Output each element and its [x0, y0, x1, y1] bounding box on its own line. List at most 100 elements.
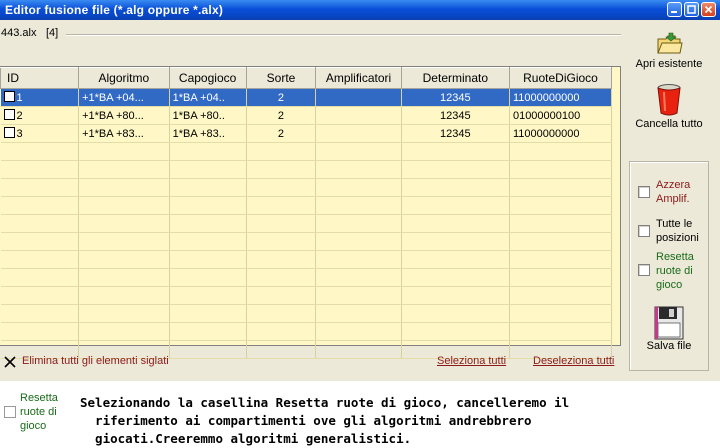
reset-wheels-checkbox[interactable] [638, 264, 650, 276]
maximize-button[interactable] [684, 2, 699, 17]
bottom-reset-wheels-checkbox[interactable] [4, 406, 16, 418]
cell-sorte[interactable]: 2 [246, 88, 317, 107]
cell-determinato[interactable]: 12345 [401, 124, 510, 143]
cell-amplificatori[interactable] [315, 106, 402, 125]
empty-cell [0, 232, 80, 251]
cell-algoritmo[interactable]: +1*BA +83... [78, 124, 170, 143]
empty-cell [169, 196, 247, 215]
cell-algoritmo[interactable]: +1*BA +80... [78, 106, 170, 125]
empty-cell [78, 196, 170, 215]
col-header-sorte[interactable]: Sorte [245, 67, 317, 89]
cell-ruote[interactable]: 01000000100 [509, 106, 613, 125]
col-header-capogioco[interactable]: Capogioco [168, 67, 247, 89]
editor-window: Editor fusione file (*.alg oppure *.alx)… [0, 0, 720, 381]
cell-id[interactable]: 1 [0, 88, 80, 107]
table-row[interactable]: 2 +1*BA +80... 1*BA +80.. 2 12345 01000000100 [0, 106, 613, 125]
empty-cell [0, 250, 80, 269]
close-icon [704, 5, 713, 14]
cell-determinato[interactable]: 12345 [401, 88, 510, 107]
empty-cell [0, 304, 80, 323]
window-title: Editor fusione file (*.alg oppure *.alx) [5, 3, 224, 17]
empty-cell [246, 232, 317, 251]
empty-cell [315, 340, 402, 359]
empty-cell [401, 160, 510, 179]
empty-row [0, 322, 613, 341]
separator [66, 34, 621, 36]
save-file-icon [654, 306, 684, 340]
cell-ruote[interactable]: 11000000000 [509, 88, 613, 107]
empty-cell [246, 268, 317, 287]
cell-id[interactable]: 3 [0, 124, 80, 143]
empty-cell [509, 178, 613, 197]
empty-cell [246, 250, 317, 269]
cell-sorte[interactable]: 2 [246, 106, 317, 125]
table-row[interactable]: 1 +1*BA +04... 1*BA +04.. 2 12345 11000000000 [0, 88, 613, 107]
cell-amplificatori[interactable] [315, 88, 402, 107]
col-header-determinato[interactable]: Determinato [400, 67, 510, 89]
empty-cell [169, 214, 247, 233]
empty-cell [78, 214, 170, 233]
empty-cell [315, 250, 402, 269]
row-id: 3 [16, 128, 23, 140]
col-header-algoritmo[interactable]: Algoritmo [78, 67, 170, 89]
reset-amplifiers-checkbox[interactable] [638, 186, 650, 198]
minimize-button[interactable] [667, 2, 682, 17]
empty-cell [401, 250, 510, 269]
empty-cell [246, 340, 317, 359]
empty-cell [401, 286, 510, 305]
empty-cell [78, 142, 170, 161]
delete-x-icon[interactable] [3, 355, 17, 369]
title-bar[interactable]: Editor fusione file (*.alg oppure *.alx) [0, 0, 720, 20]
cell-capogioco[interactable]: 1*BA +80.. [169, 106, 247, 125]
open-folder-icon [657, 32, 683, 54]
col-header-id[interactable]: ID [0, 67, 80, 89]
cell-id[interactable]: 2 [0, 106, 80, 125]
cell-capogioco[interactable]: 1*BA +04.. [169, 88, 247, 107]
cell-sorte[interactable]: 2 [246, 124, 317, 143]
cell-algoritmo[interactable]: +1*BA +04... [78, 88, 170, 107]
empty-cell [169, 250, 247, 269]
empty-cell [509, 250, 613, 269]
caption-line-2: riferimento ai compartimenti ove gli alg… [95, 413, 532, 428]
empty-cell [315, 142, 402, 161]
file-count: [4] [46, 27, 59, 39]
empty-row [0, 196, 613, 215]
empty-cell [169, 160, 247, 179]
row-checkbox[interactable] [3, 109, 15, 120]
caption-line-3: giocati.Creeremmo algoritmi generalistic… [95, 431, 412, 446]
clear-all-button[interactable]: Cancella tutto [628, 82, 710, 130]
empty-cell [0, 214, 80, 233]
reset-amplifiers-label: Azzera Amplif. [656, 179, 691, 205]
empty-cell [315, 160, 402, 179]
algorithm-grid[interactable]: ID Algoritmo Capogioco Sorte Amplificato… [0, 66, 621, 359]
empty-cell [509, 304, 613, 323]
col-header-ruote[interactable]: RuoteDiGioco [508, 67, 613, 89]
empty-cell [401, 214, 510, 233]
deselect-all-link[interactable]: Deseleziona tutti [533, 355, 614, 367]
close-button[interactable] [701, 2, 716, 17]
empty-row [0, 214, 613, 233]
empty-cell [246, 178, 317, 197]
cell-capogioco[interactable]: 1*BA +83.. [169, 124, 247, 143]
cell-ruote[interactable]: 11000000000 [509, 124, 613, 143]
select-all-link[interactable]: Seleziona tutti [437, 355, 506, 367]
row-checkbox[interactable] [3, 127, 15, 138]
open-existing-button[interactable]: Apri esistente [628, 30, 710, 70]
empty-row [0, 304, 613, 323]
cell-determinato[interactable]: 12345 [401, 106, 510, 125]
row-checkbox[interactable] [3, 91, 15, 102]
table-row[interactable]: 3 +1*BA +83... 1*BA +83.. 2 12345 11000000000 [0, 124, 613, 143]
empty-cell [401, 268, 510, 287]
empty-cell [246, 142, 317, 161]
empty-row [0, 286, 613, 305]
eliminate-marked-link[interactable]: Elimina tutti gli elementi siglati [22, 355, 169, 367]
empty-cell [0, 196, 80, 215]
empty-cell [0, 178, 80, 197]
empty-cell [78, 232, 170, 251]
empty-cell [78, 268, 170, 287]
cell-amplificatori[interactable] [315, 124, 402, 143]
all-positions-checkbox[interactable] [638, 225, 650, 237]
empty-cell [0, 286, 80, 305]
save-file-button[interactable]: Salva file [630, 306, 708, 352]
col-header-amplificatori[interactable]: Amplificatori [315, 67, 402, 89]
